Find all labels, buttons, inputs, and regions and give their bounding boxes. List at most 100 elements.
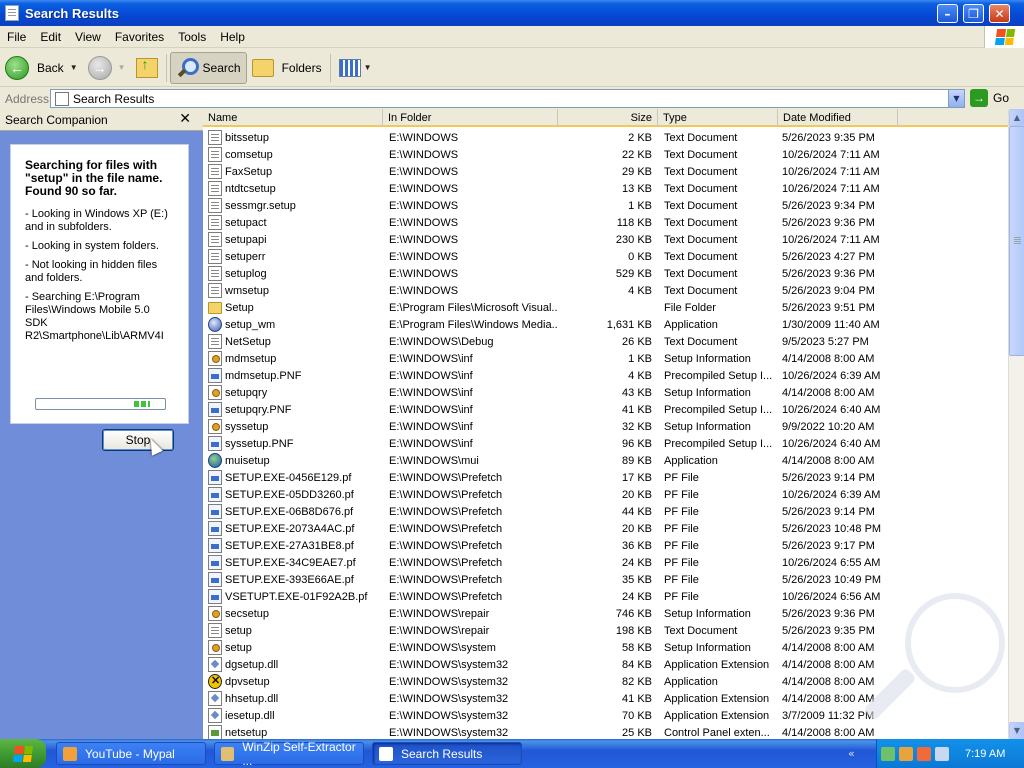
table-row[interactable]: NetSetup E:\WINDOWS\Debug 26 KB Text Docume…: [203, 333, 1008, 350]
file-name: bitssetup: [225, 131, 270, 144]
table-row[interactable]: setupact E:\WINDOWS 118 KB Text Document 5/2…: [203, 214, 1008, 231]
file-type: Precompiled Setup I...: [664, 403, 773, 416]
table-row[interactable]: Setup E:\Program Files\Microsoft Visual..…: [203, 299, 1008, 316]
table-row[interactable]: setupqry.PNF E:\WINDOWS\inf 41 KB Precompil…: [203, 401, 1008, 418]
pf-file-icon: [208, 402, 222, 417]
volume-icon[interactable]: [935, 746, 949, 761]
table-row[interactable]: SETUP.EXE-05DD3260.pf E:\WINDOWS\Prefetch…: [203, 486, 1008, 503]
close-button[interactable]: ✕: [989, 4, 1010, 23]
menu-favorites[interactable]: Favorites: [108, 30, 171, 44]
table-row[interactable]: SETUP.EXE-393E66AE.pf E:\WINDOWS\Prefetch…: [203, 571, 1008, 588]
stop-button[interactable]: Stop: [102, 429, 174, 451]
network-icon[interactable]: [881, 746, 895, 761]
file-name: netsetup: [225, 726, 268, 739]
views-button[interactable]: ▼: [334, 52, 377, 84]
table-row[interactable]: FaxSetup E:\WINDOWS 29 KB Text Document 10/2…: [203, 163, 1008, 180]
dll-file-icon: [208, 657, 222, 672]
file-list[interactable]: Name In Folder Size Type Date Modified b…: [203, 109, 1008, 739]
table-row[interactable]: setup_wm E:\Program Files\Windows Media..…: [203, 316, 1008, 333]
tray-arrow-icon[interactable]: «: [848, 747, 855, 760]
file-size: 29 KB: [622, 165, 652, 178]
maximize-button[interactable]: ❐: [963, 4, 984, 23]
table-row[interactable]: SETUP.EXE-27A31BE8.pf E:\WINDOWS\Prefetch…: [203, 537, 1008, 554]
title-bar: Search Results – ❐ ✕: [0, 0, 1024, 26]
column-folder[interactable]: In Folder: [383, 109, 558, 127]
scroll-down-icon[interactable]: ▼: [1009, 722, 1024, 739]
go-button[interactable]: → Go: [970, 89, 1009, 107]
table-row[interactable]: SETUP.EXE-06B8D676.pf E:\WINDOWS\Prefetch…: [203, 503, 1008, 520]
table-row[interactable]: SETUP.EXE-0456E129.pf E:\WINDOWS\Prefetch…: [203, 469, 1008, 486]
search-tray-icon[interactable]: [917, 746, 931, 761]
close-pane-icon[interactable]: ✕: [179, 110, 191, 127]
back-button[interactable]: ← Back ▼: [0, 52, 83, 84]
file-name: mdmsetup.PNF: [225, 369, 302, 382]
file-folder: E:\WINDOWS\Prefetch: [389, 471, 503, 484]
file-name: syssetup: [225, 420, 269, 433]
scroll-thumb[interactable]: [1009, 126, 1024, 356]
task-winzip[interactable]: WinZip Self-Extractor ...: [214, 740, 364, 768]
table-row[interactable]: bitssetup E:\WINDOWS 2 KB Text Document 5/26…: [203, 129, 1008, 146]
table-row[interactable]: muisetup E:\WINDOWS\mui 89 KB Application 4/…: [203, 452, 1008, 469]
menu-file[interactable]: File: [0, 30, 33, 44]
menu-edit[interactable]: Edit: [33, 30, 68, 44]
menu-tools[interactable]: Tools: [171, 30, 213, 44]
table-row[interactable]: secsetup E:\WINDOWS\repair 746 KB Setup Inf…: [203, 605, 1008, 622]
forward-button[interactable]: → ▼: [83, 52, 131, 84]
table-row[interactable]: sessmgr.setup E:\WINDOWS 1 KB Text Document…: [203, 197, 1008, 214]
table-row[interactable]: comsetup E:\WINDOWS 22 KB Text Document 10/2…: [203, 146, 1008, 163]
table-row[interactable]: SETUP.EXE-34C9EAE7.pf E:\WINDOWS\Prefetch…: [203, 554, 1008, 571]
search-button[interactable]: Search: [169, 51, 247, 84]
table-row[interactable]: setupapi E:\WINDOWS 230 KB Text Document 10/…: [203, 231, 1008, 248]
file-type: Control Panel exten...: [664, 726, 770, 739]
table-row[interactable]: setuplog E:\WINDOWS 529 KB Text Document 5/2…: [203, 265, 1008, 282]
file-modified: 10/26/2024 6:39 AM: [782, 369, 881, 382]
table-row[interactable]: mdmsetup.PNF E:\WINDOWS\inf 4 KB Precompile…: [203, 367, 1008, 384]
table-row[interactable]: iesetup.dll E:\WINDOWS\system32 70 KB Appli…: [203, 707, 1008, 724]
minimize-button[interactable]: –: [937, 4, 958, 23]
pf-file-icon: [208, 521, 222, 536]
vertical-scrollbar[interactable]: ▲ ▼: [1008, 109, 1024, 739]
folders-icon: [251, 58, 274, 77]
scroll-up-icon[interactable]: ▲: [1009, 109, 1024, 126]
column-name[interactable]: Name: [203, 109, 383, 127]
column-modified[interactable]: Date Modified: [778, 109, 898, 127]
up-folder-button[interactable]: [131, 52, 163, 84]
column-headers: Name In Folder Size Type Date Modified: [203, 109, 1008, 127]
security-icon[interactable]: [899, 746, 913, 761]
views-dropdown-icon[interactable]: ▼: [364, 63, 372, 72]
table-row[interactable]: setup E:\WINDOWS\repair 198 KB Text Documen…: [203, 622, 1008, 639]
column-type[interactable]: Type: [658, 109, 778, 127]
table-row[interactable]: setup E:\WINDOWS\system 58 KB Setup Informa…: [203, 639, 1008, 656]
table-row[interactable]: wmsetup E:\WINDOWS 4 KB Text Document 5/26/2…: [203, 282, 1008, 299]
address-input[interactable]: Search Results ▼: [50, 89, 965, 108]
clock: 7:19 AM: [965, 747, 1006, 760]
table-row[interactable]: VSETUPT.EXE-01F92A2B.pf E:\WINDOWS\Prefet…: [203, 588, 1008, 605]
task-youtube-mypal[interactable]: YouTube - Mypal: [56, 742, 206, 765]
folders-button[interactable]: Folders: [247, 52, 327, 84]
start-button[interactable]: [0, 739, 46, 768]
table-row[interactable]: setuperr E:\WINDOWS 0 KB Text Document 5/26/…: [203, 248, 1008, 265]
file-name-cell: hhsetup.dll: [203, 691, 383, 706]
back-dropdown-icon[interactable]: ▼: [70, 63, 78, 72]
file-modified: 5/26/2023 4:27 PM: [782, 250, 875, 263]
file-modified: 10/26/2024 7:11 AM: [782, 148, 880, 161]
column-size[interactable]: Size: [558, 109, 658, 127]
file-name-cell: mdmsetup: [203, 351, 383, 366]
task-search-results[interactable]: Search Results: [372, 742, 522, 765]
search-results-window-icon[interactable]: [5, 5, 19, 21]
file-name-cell: dgsetup.dll: [203, 657, 383, 672]
menu-view[interactable]: View: [68, 30, 108, 44]
table-row[interactable]: syssetup E:\WINDOWS\inf 32 KB Setup Informa…: [203, 418, 1008, 435]
table-row[interactable]: netsetup E:\WINDOWS\system32 25 KB Control …: [203, 724, 1008, 739]
address-dropdown-icon[interactable]: ▼: [948, 90, 964, 107]
table-row[interactable]: SETUP.EXE-2073A4AC.pf E:\WINDOWS\Prefetch…: [203, 520, 1008, 537]
table-row[interactable]: setupqry E:\WINDOWS\inf 43 KB Setup Informa…: [203, 384, 1008, 401]
back-arrow-icon: ←: [5, 55, 29, 80]
table-row[interactable]: mdmsetup E:\WINDOWS\inf 1 KB Setup Informat…: [203, 350, 1008, 367]
table-row[interactable]: ntdtcsetup E:\WINDOWS 13 KB Text Document 10…: [203, 180, 1008, 197]
table-row[interactable]: dgsetup.dll E:\WINDOWS\system32 84 KB Appli…: [203, 656, 1008, 673]
table-row[interactable]: syssetup.PNF E:\WINDOWS\inf 96 KB Precompil…: [203, 435, 1008, 452]
menu-help[interactable]: Help: [213, 30, 252, 44]
file-size: 82 KB: [622, 675, 652, 688]
forward-dropdown-icon[interactable]: ▼: [118, 63, 126, 72]
